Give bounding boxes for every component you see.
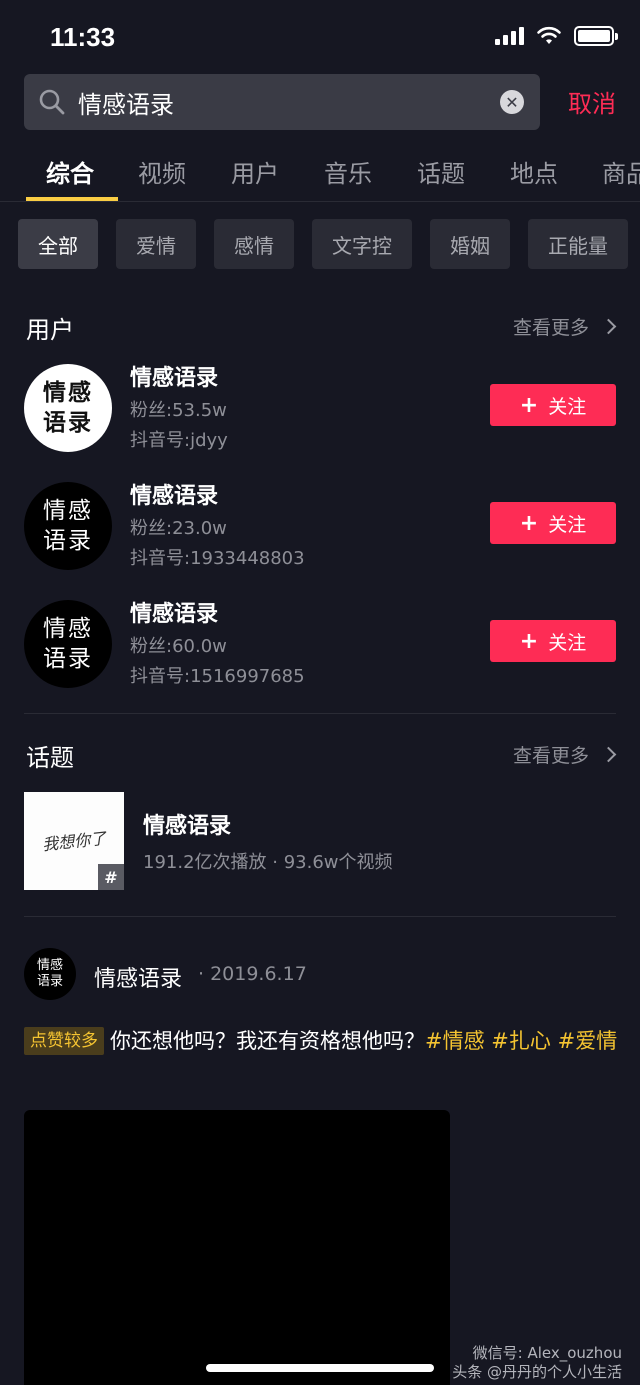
follow-button[interactable]: + 关注	[490, 502, 616, 544]
users-see-more-label: 查看更多	[512, 317, 589, 339]
user-id: 抖音号:jdyy	[130, 430, 228, 451]
post-caption-text: 你还想他吗？我还有资格想他吗？	[110, 1029, 425, 1053]
topic-name[interactable]: 情感语录	[143, 808, 231, 840]
user-row[interactable]: 情感语录 情感语录 粉丝:23.0w 抖音号:1933448803 + 关注	[24, 476, 616, 576]
users-section-title: 用户	[26, 316, 74, 344]
chip-positive[interactable]: 正能量	[528, 219, 628, 269]
user-name[interactable]: 情感语录	[130, 360, 218, 392]
plus-icon: +	[519, 510, 539, 536]
post-avatar-text: 情感语录	[36, 958, 63, 989]
watermark-line-1: 微信号: Alex_ouzhou	[472, 1344, 622, 1362]
follow-button[interactable]: + 关注	[490, 620, 616, 662]
search-box[interactable]: ✕	[24, 74, 540, 130]
user-row[interactable]: 情感语录 情感语录 粉丝:60.0w 抖音号:1516997685 + 关注	[24, 594, 616, 694]
hashtag-icon: #	[98, 864, 124, 890]
chevron-right-icon	[600, 746, 617, 763]
user-fans: 粉丝:23.0w	[130, 518, 227, 539]
user-id: 抖音号:1933448803	[130, 548, 305, 569]
chip-emotion[interactable]: 感情	[214, 219, 294, 269]
follow-label: 关注	[548, 631, 587, 654]
tab-places[interactable]: 地点	[510, 154, 558, 189]
hashtag-link[interactable]: #情感	[425, 1029, 485, 1053]
post-caption: 点赞较多 你还想他吗？我还有资格想他吗？#情感 #扎心 #爱情	[24, 1024, 620, 1059]
clear-icon[interactable]: ✕	[500, 90, 524, 114]
post-date: · 2019.6.17	[198, 963, 307, 985]
chip-all[interactable]: 全部	[18, 219, 98, 269]
hashtag-link[interactable]: #爱情	[558, 1029, 618, 1053]
follow-button[interactable]: + 关注	[490, 384, 616, 426]
chip-marriage[interactable]: 婚姻	[430, 219, 510, 269]
home-indicator[interactable]	[206, 1364, 434, 1372]
search-row: ✕ 取消	[24, 74, 616, 130]
divider	[24, 916, 616, 917]
post-avatar[interactable]: 情感语录	[24, 948, 76, 1000]
topic-stats: 191.2亿次播放 · 93.6w个视频	[143, 852, 393, 873]
user-name[interactable]: 情感语录	[130, 478, 218, 510]
search-input[interactable]	[78, 88, 478, 116]
tab-videos[interactable]: 视频	[138, 154, 186, 189]
search-icon	[39, 89, 65, 115]
battery-icon	[574, 26, 618, 46]
user-fans: 粉丝:53.5w	[130, 400, 227, 421]
avatar[interactable]: 情感语录	[24, 364, 112, 452]
divider	[24, 713, 616, 714]
status-bar: 11:33	[0, 0, 640, 72]
users-see-more[interactable]: 查看更多	[512, 313, 617, 340]
signal-icon	[495, 27, 524, 45]
avatar[interactable]: 情感语录	[24, 482, 112, 570]
watermark-line-2: 头条 @丹丹的个人小生活	[452, 1363, 622, 1381]
video-preview[interactable]	[24, 1110, 450, 1385]
avatar-text: 情感语录	[43, 616, 93, 672]
tab-comprehensive[interactable]: 综合	[46, 154, 94, 189]
follow-label: 关注	[548, 395, 587, 418]
chevron-right-icon	[600, 318, 617, 335]
avatar-text: 情感语录	[43, 379, 93, 436]
topics-see-more[interactable]: 查看更多	[512, 741, 617, 768]
chip-text[interactable]: 文字控	[312, 219, 412, 269]
tab-users[interactable]: 用户	[231, 154, 279, 189]
user-id: 抖音号:1516997685	[130, 666, 305, 687]
popular-badge: 点赞较多	[24, 1027, 104, 1055]
user-fans: 粉丝:60.0w	[130, 636, 227, 657]
tab-bar: 综合 视频 用户 音乐 话题 地点 商品	[0, 140, 640, 202]
tab-underline	[26, 197, 118, 201]
tab-music[interactable]: 音乐	[324, 154, 372, 189]
tab-products[interactable]: 商品	[602, 154, 640, 189]
status-time: 11:33	[50, 22, 116, 52]
watermark: 微信号: Alex_ouzhou 头条 @丹丹的个人小生活	[452, 1344, 622, 1382]
follow-label: 关注	[548, 513, 587, 536]
topic-thumbnail[interactable]: 我想你了 #	[24, 792, 124, 890]
avatar-text: 情感语录	[43, 498, 93, 554]
plus-icon: +	[519, 628, 539, 654]
topics-section-title: 话题	[26, 744, 74, 772]
user-row[interactable]: 情感语录 情感语录 粉丝:53.5w 抖音号:jdyy + 关注	[24, 358, 616, 458]
wifi-icon	[537, 26, 561, 44]
cancel-button[interactable]: 取消	[568, 84, 616, 119]
tab-topics[interactable]: 话题	[417, 154, 465, 189]
avatar[interactable]: 情感语录	[24, 600, 112, 688]
post-author[interactable]: 情感语录	[94, 961, 182, 993]
hashtag-link[interactable]: #扎心	[491, 1029, 551, 1053]
topic-thumbnail-text: 我想你了	[41, 828, 107, 855]
plus-icon: +	[519, 392, 539, 418]
status-icons	[495, 26, 618, 46]
filter-chips: 全部 爱情 感情 文字控 婚姻 正能量	[18, 219, 628, 269]
chip-love[interactable]: 爱情	[116, 219, 196, 269]
topics-see-more-label: 查看更多	[512, 745, 589, 767]
user-name[interactable]: 情感语录	[130, 596, 218, 628]
